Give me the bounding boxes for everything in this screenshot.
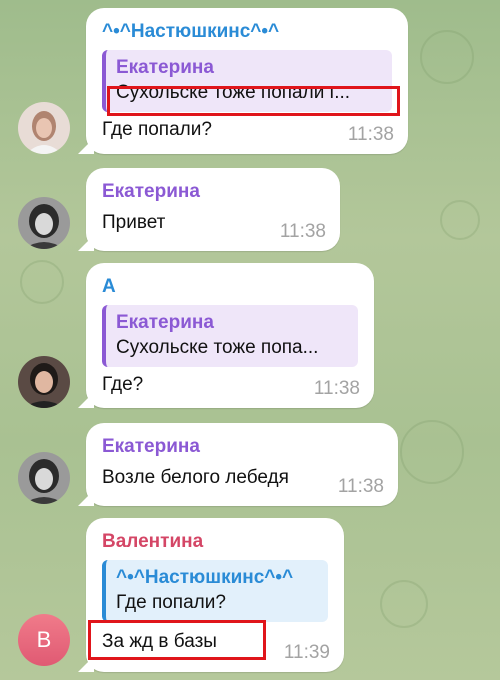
highlight-box [107,86,400,116]
message-time: 11:38 [347,124,394,145]
avatar-photo-icon [18,452,70,504]
message-bubble[interactable]: А Екатерина Сухольске тоже попа... Где? … [86,263,374,408]
reply-quote-text: Сухольске тоже попа... [116,337,319,358]
reply-quote-sender: Екатерина [116,312,214,333]
background-doodle [400,420,464,484]
avatar[interactable] [18,102,70,154]
message-bubble[interactable]: Екатерина Возле белого лебедя 11:38 [86,423,398,506]
avatar-photo-icon [18,197,70,249]
message-bubble[interactable]: ^•^Настюшкинс^•^ Екатерина Сухольске тож… [86,8,408,154]
reply-quote[interactable]: ^•^Настюшкинс^•^ Где попали? [102,560,328,622]
message-time: 11:38 [337,476,384,497]
reply-quote[interactable]: Екатерина Сухольске тоже попа... [102,305,358,367]
message-sender[interactable]: А [102,275,358,299]
avatar[interactable] [18,356,70,408]
avatar[interactable] [18,452,70,504]
message-time: 11:39 [283,642,330,663]
background-doodle [380,580,428,628]
message-sender[interactable]: Екатерина [102,435,382,459]
message-time: 11:38 [279,221,326,242]
reply-quote-text: Где попали? [116,592,226,613]
message-sender[interactable]: Валентина [102,530,328,554]
avatar[interactable] [18,197,70,249]
avatar-photo-icon [18,102,70,154]
message-sender[interactable]: ^•^Настюшкинс^•^ [102,20,392,44]
highlight-box [88,620,266,660]
message-sender[interactable]: Екатерина [102,180,324,204]
message-bubble[interactable]: Екатерина Привет 11:38 [86,168,340,251]
background-doodle [440,200,480,240]
background-doodle [420,30,474,84]
message-time: 11:38 [313,378,360,399]
reply-quote-sender: ^•^Настюшкинс^•^ [116,567,294,588]
avatar[interactable]: В [18,614,70,666]
background-doodle [20,260,64,304]
avatar-photo-icon [18,356,70,408]
reply-quote-sender: Екатерина [116,57,214,78]
